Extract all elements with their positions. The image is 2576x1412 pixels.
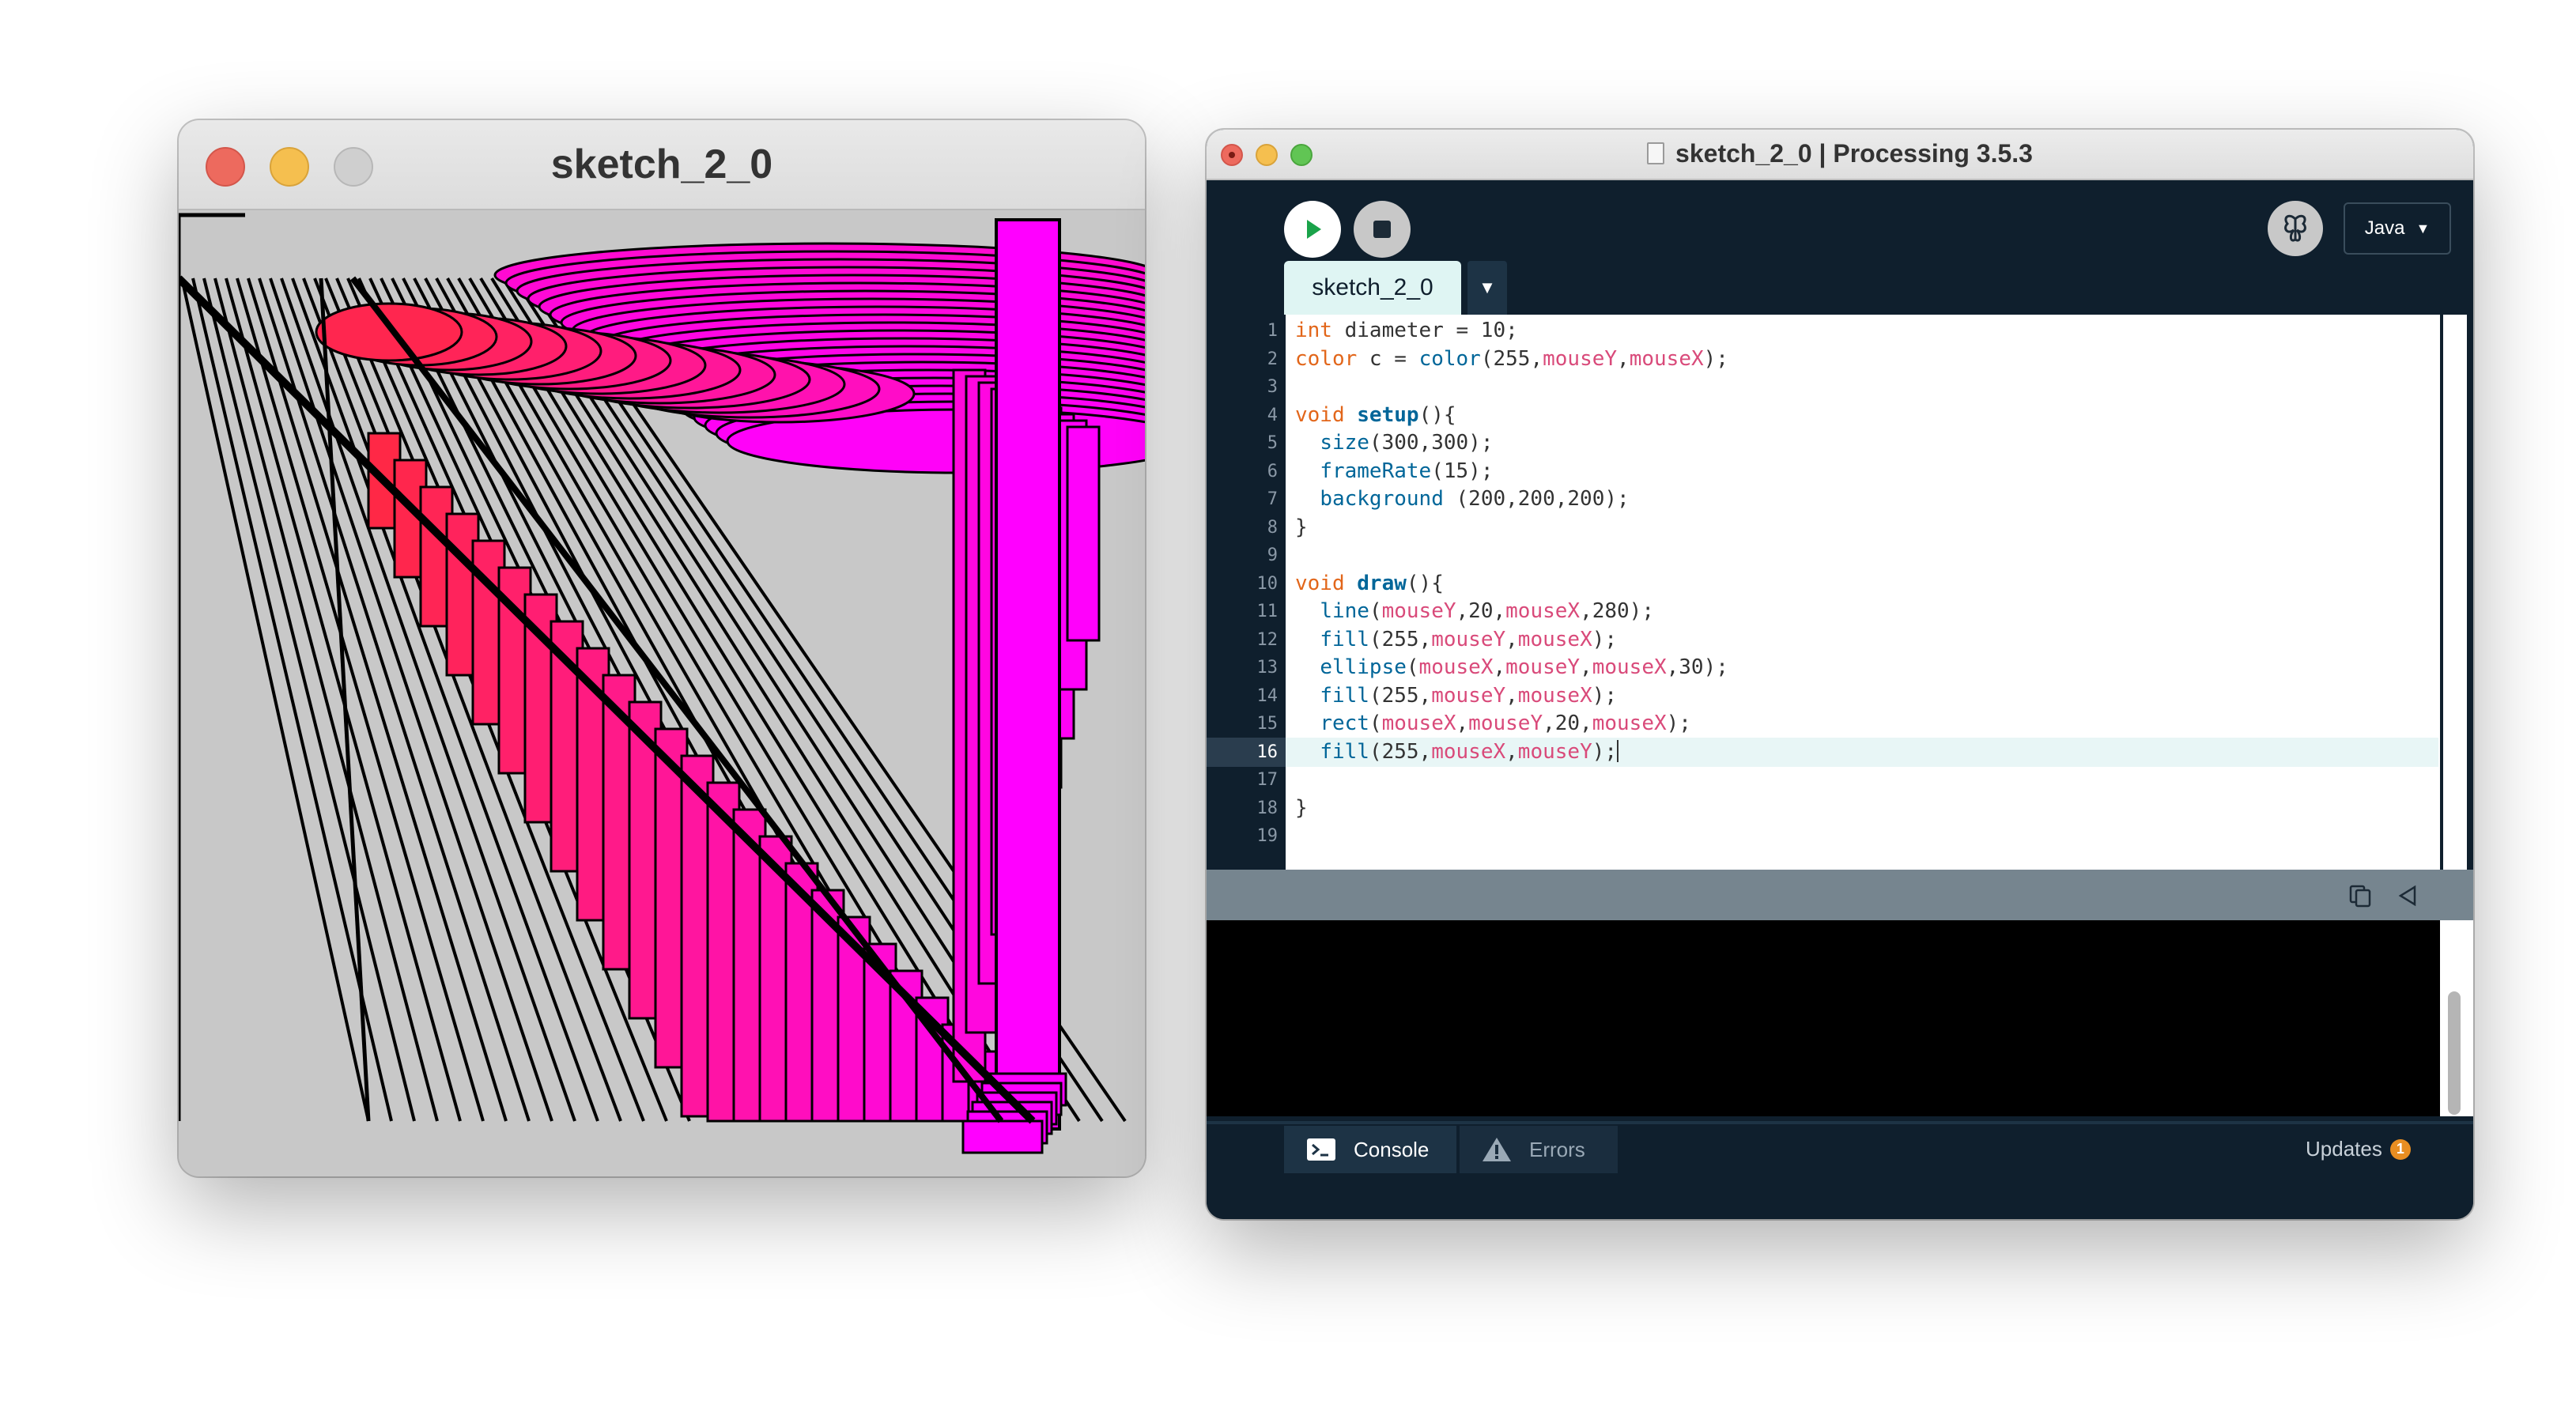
code-text[interactable]: fill(255,mouseY,mouseX);: [1295, 625, 1617, 655]
code-line[interactable]: 17: [1207, 765, 2473, 795]
code-text[interactable]: }: [1295, 794, 1308, 823]
console-tab-label: Console: [1354, 1137, 1430, 1161]
code-text[interactable]: int diameter = 10;: [1295, 316, 1518, 345]
terminal-icon: [1307, 1138, 1335, 1161]
code-line[interactable]: 12 fill(255,mouseY,mouseX);: [1207, 625, 2473, 655]
code-text[interactable]: frameRate(15);: [1295, 457, 1493, 486]
code-text[interactable]: background (200,200,200);: [1295, 485, 1629, 514]
run-button[interactable]: [1284, 201, 1341, 258]
chevron-down-icon: ▼: [2415, 220, 2431, 236]
updates-badge: 1: [2389, 1138, 2411, 1160]
chevron-down-icon: ▼: [1479, 277, 1496, 297]
code-line[interactable]: 16 fill(255,mouseX,mouseY);: [1207, 737, 2473, 767]
tab-sketch[interactable]: sketch_2_0: [1284, 261, 1461, 315]
play-icon: [1307, 220, 1321, 239]
code-line[interactable]: 15 rect(mouseX,mouseY,20,mouseX);: [1207, 709, 2473, 738]
code-line[interactable]: 7 background (200,200,200);: [1207, 485, 2473, 514]
console-header: [1207, 870, 2473, 920]
code-text[interactable]: size(300,300);: [1295, 429, 1493, 458]
butterfly-icon: [2284, 214, 2306, 242]
line-number: 7: [1267, 489, 1278, 509]
updates-label: Updates: [2306, 1137, 2382, 1161]
code-line[interactable]: 18}: [1207, 794, 2473, 823]
code-text[interactable]: fill(255,mouseX,mouseY);: [1295, 738, 1619, 767]
console-output[interactable]: [1207, 920, 2440, 1116]
code-text[interactable]: fill(255,mouseY,mouseX);: [1295, 681, 1617, 711]
processing-ide-window: sketch_2_0 | Processing 3.5.3 Java ▼ ske…: [1207, 130, 2473, 1219]
code-line[interactable]: 13 ellipse(mouseX,mouseY,mouseX,30);: [1207, 653, 2473, 682]
ide-window-title: sketch_2_0 | Processing 3.5.3: [1675, 139, 2033, 168]
warning-icon: [1483, 1138, 1511, 1161]
line-number: 8: [1267, 517, 1278, 538]
debug-button[interactable]: [2268, 201, 2323, 256]
code-editor[interactable]: 1 int diameter = 10; 2 color c = color(255,…: [1207, 315, 2473, 870]
tab-label: sketch_2_0: [1312, 274, 1433, 300]
console-scrollbar[interactable]: [2440, 920, 2473, 1116]
sketch-rect: [995, 218, 1061, 1131]
code-text[interactable]: void setup(){: [1295, 401, 1456, 430]
code-text[interactable]: ellipse(mouseX,mouseY,mouseX,30);: [1295, 653, 1728, 682]
line-number: 12: [1256, 629, 1279, 650]
code-text[interactable]: rect(mouseX,mouseY,20,mouseX);: [1295, 709, 1691, 738]
line-number: 2: [1267, 349, 1278, 369]
tab-errors[interactable]: Errors: [1460, 1126, 1618, 1173]
code-line[interactable]: 3: [1207, 372, 2473, 402]
sketch-window-title: sketch_2_0: [550, 142, 773, 187]
line-number: 10: [1256, 573, 1279, 594]
line-number: 4: [1267, 405, 1278, 425]
mode-selector[interactable]: Java ▼: [2344, 202, 2451, 255]
line-number: 3: [1267, 377, 1278, 397]
line-number: 18: [1256, 798, 1279, 818]
document-icon: [1647, 142, 1665, 164]
collapse-left-icon[interactable]: [2396, 884, 2419, 908]
line-number: 5: [1267, 433, 1278, 453]
stop-icon: [1373, 221, 1391, 238]
code-line[interactable]: 6 frameRate(15);: [1207, 457, 2473, 486]
errors-tab-label: Errors: [1529, 1137, 1585, 1161]
ide-titlebar[interactable]: sketch_2_0 | Processing 3.5.3: [1207, 130, 2473, 180]
copy-icon[interactable]: [2348, 884, 2372, 908]
code-line[interactable]: 10 void draw(){: [1207, 569, 2473, 598]
line-number: 9: [1267, 546, 1278, 565]
code-line[interactable]: 2 color c = color(255,mouseY,mouseX);: [1207, 345, 2473, 374]
code-text[interactable]: }: [1295, 513, 1308, 542]
line-number: 14: [1256, 685, 1279, 706]
tab-menu-button[interactable]: ▼: [1467, 261, 1507, 315]
line-number: 19: [1256, 826, 1279, 846]
tab-console[interactable]: Console: [1284, 1126, 1456, 1173]
line-number: 16: [1256, 742, 1279, 762]
sketch-titlebar[interactable]: sketch_2_0: [179, 120, 1145, 210]
line-number: 1: [1267, 321, 1278, 341]
updates-button[interactable]: Updates 1: [2306, 1137, 2411, 1161]
line-number: 15: [1256, 714, 1279, 734]
code-text[interactable]: color c = color(255,mouseY,mouseX);: [1295, 345, 1728, 374]
sketch-canvas[interactable]: [179, 212, 1145, 1176]
code-text[interactable]: void draw(){: [1295, 569, 1444, 598]
line-number: 17: [1256, 770, 1279, 790]
code-line[interactable]: 1 int diameter = 10;: [1207, 316, 2473, 345]
line-number: 6: [1267, 461, 1278, 481]
sketch-ellipse: [315, 302, 463, 362]
code-line[interactable]: 19: [1207, 821, 2473, 851]
ide-toolbar: Java ▼ sketch_2_0 ▼: [1207, 182, 2473, 315]
ide-footer: Console Errors Updates 1: [1207, 1121, 2473, 1219]
sketch-rect: [1066, 425, 1101, 642]
line-number: 11: [1256, 602, 1279, 621]
stop-button[interactable]: [1354, 201, 1411, 258]
line-number: 13: [1256, 658, 1279, 678]
code-line[interactable]: 14 fill(255,mouseY,mouseX);: [1207, 681, 2473, 711]
code-line[interactable]: 5 size(300,300);: [1207, 429, 2473, 458]
mode-label: Java: [2364, 217, 2405, 239]
code-text[interactable]: line(mouseY,20,mouseX,280);: [1295, 597, 1654, 626]
console-scroll-thumb[interactable]: [2448, 991, 2461, 1115]
sketch-window: sketch_2_0: [179, 120, 1145, 1176]
sketch-rect: [961, 1119, 1044, 1154]
text-cursor: [1617, 739, 1619, 762]
code-line[interactable]: 4 void setup(){: [1207, 401, 2473, 430]
code-line[interactable]: 8}: [1207, 513, 2473, 542]
code-line[interactable]: 9: [1207, 541, 2473, 570]
code-line[interactable]: 11 line(mouseY,20,mouseX,280);: [1207, 597, 2473, 626]
